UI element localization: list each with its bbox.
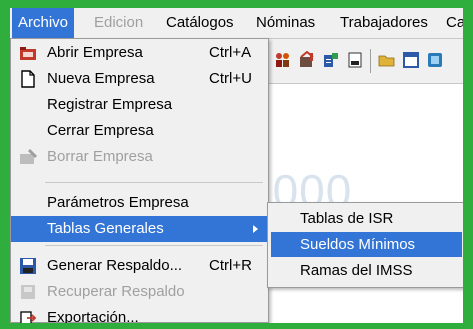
menu-item-parametros-empresa[interactable]: Parámetros Empresa [11, 190, 268, 216]
menu-item-nueva-empresa[interactable]: Nueva Empresa Ctrl+U [11, 66, 268, 92]
menu-separator [45, 182, 263, 183]
menu-ca[interactable]: Ca [440, 8, 463, 38]
menu-item-label: Registrar Empresa [47, 96, 173, 113]
menu-item-abrir-empresa[interactable]: Abrir Empresa Ctrl+A [11, 40, 268, 66]
app-window: Archivo Edicion Catálogos Nóminas Trabaj… [10, 8, 463, 323]
menu-bar: Archivo Edicion Catálogos Nóminas Trabaj… [10, 8, 463, 39]
employees-icon[interactable] [274, 51, 292, 69]
menu-nominas[interactable]: Nóminas [250, 8, 321, 38]
menu-item-label: Borrar Empresa [47, 148, 153, 165]
menu-item-label: Cerrar Empresa [47, 122, 154, 139]
app-tool-icon[interactable] [426, 51, 444, 69]
submenu-arrow-icon [253, 225, 258, 233]
submenu-item-sueldos-minimos[interactable]: Sueldos Mínimos [271, 232, 462, 257]
window-tool-icon[interactable] [402, 51, 420, 69]
menu-item-cerrar-empresa[interactable]: Cerrar Empresa [11, 118, 268, 144]
folder-open-icon[interactable] [378, 51, 396, 69]
archivo-dropdown-menu: Abrir Empresa Ctrl+A Nueva Empresa Ctrl+… [10, 38, 269, 323]
export-icon [20, 311, 37, 323]
submenu-item-ramas-imss[interactable]: Ramas del IMSS [271, 258, 462, 283]
restore-icon [21, 285, 35, 299]
report-tool-icon[interactable] [322, 51, 340, 69]
menu-item-registrar-empresa[interactable]: Registrar Empresa [11, 92, 268, 118]
tablas-generales-submenu: Tablas de ISR Sueldos Mínimos Ramas del … [267, 202, 463, 288]
shortcut-label: Ctrl+U [209, 70, 252, 87]
menu-item-borrar-empresa: Borrar Empresa [11, 144, 268, 170]
submenu-item-label: Ramas del IMSS [300, 262, 413, 279]
menu-item-label: Exportación... [47, 309, 139, 323]
payroll-tool-icon[interactable] [298, 51, 316, 69]
menu-item-label: Parámetros Empresa [47, 194, 189, 211]
menu-item-tablas-generales[interactable]: Tablas Generales [11, 216, 268, 242]
menu-item-exportacion[interactable]: Exportación... [11, 305, 268, 323]
submenu-item-label: Sueldos Mínimos [300, 236, 416, 253]
shortcut-label: Ctrl+A [209, 44, 252, 61]
new-document-icon [21, 70, 35, 88]
menu-item-label: Nueva Empresa [47, 70, 155, 87]
document-tool-icon[interactable] [346, 51, 364, 69]
menu-item-label: Abrir Empresa [47, 44, 143, 61]
menu-item-generar-respaldo[interactable]: Generar Respaldo... Ctrl+R [11, 253, 268, 279]
menu-trabajadores[interactable]: Trabajadores [334, 8, 434, 38]
shortcut-label: Ctrl+R [209, 257, 252, 274]
menu-item-label: Tablas Generales [47, 220, 164, 237]
menu-edicion[interactable]: Edicion [88, 8, 149, 38]
menu-item-label: Generar Respaldo... [47, 257, 183, 274]
save-disk-icon [20, 258, 36, 274]
submenu-item-label: Tablas de ISR [300, 210, 394, 227]
submenu-item-tablas-isr[interactable]: Tablas de ISR [271, 206, 462, 231]
menu-archivo[interactable]: Archivo [12, 8, 75, 38]
menu-item-recuperar-respaldo: Recuperar Respaldo [11, 279, 268, 305]
menu-catalogos[interactable]: Catálogos [160, 8, 240, 38]
toolbar-separator [370, 49, 371, 73]
menu-item-label: Recuperar Respaldo [47, 283, 185, 300]
delete-company-icon [20, 148, 37, 164]
menu-separator [45, 245, 263, 246]
open-company-icon [20, 47, 36, 60]
